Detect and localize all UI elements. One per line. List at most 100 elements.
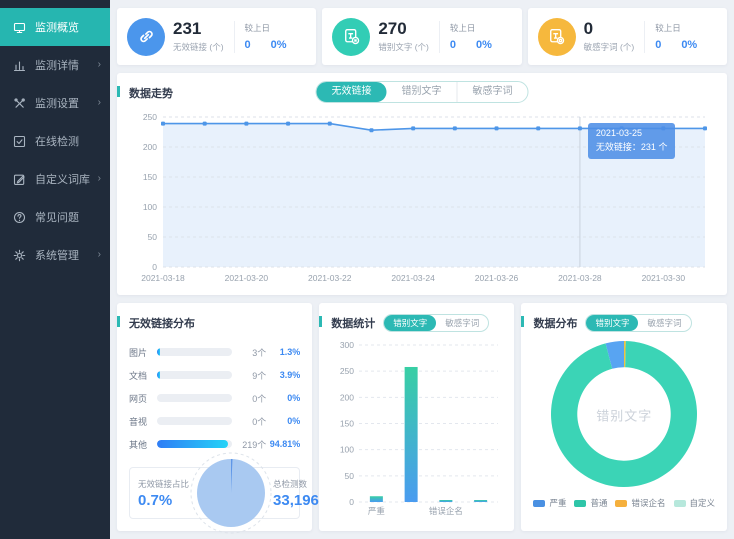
invalid-ratio-label: 无效链接占比	[138, 478, 189, 490]
svg-text:100: 100	[143, 202, 157, 212]
distribution-row: 图片3个1.3%	[129, 345, 300, 359]
stat-value: 231	[173, 20, 224, 39]
svg-text:200: 200	[143, 142, 157, 152]
bottom-panel-row: 无效链接分布 图片3个1.3% 文档 9个3.9% 网页0个0% 音视0个0% 其他219…	[117, 303, 727, 531]
trend-line-chart[interactable]: 0501001502002502021-03-182021-03-202021-…	[129, 109, 715, 285]
sidebar-item-label: 常见问题	[35, 209, 79, 225]
stat-value: 0	[584, 20, 635, 39]
sidebar-item-label: 监测设置	[35, 95, 79, 111]
monitor-icon	[13, 21, 26, 34]
severity-bar-chart[interactable]: 050100150200250300严重错误企名	[331, 337, 502, 517]
distribution-row: 音视0个0%	[129, 414, 300, 428]
legend-label: 自定义	[690, 497, 716, 509]
distribution-row-label: 网页	[129, 392, 151, 405]
invalid-ratio-block: 无效链接占比 0.7%	[138, 478, 189, 509]
distribution-row-percent: 94.81%	[266, 439, 300, 449]
stat-value: 270	[378, 20, 429, 39]
data-distribution-tab-group: 错别文字敏感字词	[585, 314, 691, 332]
tab-trend-invalid-links[interactable]: 无效链接	[317, 82, 387, 102]
legend-item-自定义[interactable]: 自定义	[674, 497, 716, 509]
chevron-right-icon: ›	[98, 250, 101, 260]
tab-dist-typos[interactable]: 错别文字	[586, 315, 638, 331]
legend-item-错误企名[interactable]: 错误企名	[615, 497, 665, 509]
text-doc-icon	[332, 18, 370, 56]
sidebar-item-label: 系统管理	[35, 247, 79, 263]
invalid-ratio-value: 0.7%	[138, 492, 189, 509]
sidebar-item-detail[interactable]: 监测详情›	[0, 46, 110, 84]
compare-percent: 0%	[271, 39, 287, 51]
tab-stats-sensitive-words[interactable]: 敏感字词	[436, 315, 488, 331]
data-distribution-title: 数据分布	[533, 315, 577, 331]
legend-item-严重[interactable]: 严重	[533, 497, 566, 509]
invalid-ratio-pie-chart[interactable]	[189, 451, 273, 535]
distribution-row: 文档 9个3.9%	[129, 368, 300, 382]
sidebar-item-online-check[interactable]: 在线检测	[0, 122, 110, 160]
legend-item-普通[interactable]: 普通	[574, 497, 607, 509]
question-icon	[13, 211, 26, 224]
data-stats-panel: 数据统计 错别文字敏感字词 050100150200250300严重错误企名	[319, 303, 514, 531]
data-distribution-panel: 数据分布 错别文字敏感字词 错别文字 严重普通错误企名自定义	[521, 303, 727, 531]
distribution-row-percent: 3.9%	[266, 370, 300, 380]
tab-trend-typos[interactable]: 错别文字	[387, 82, 457, 102]
sidebar-item-custom-dict[interactable]: 自定义词库›	[0, 160, 110, 198]
distribution-row-count: 9个	[238, 369, 266, 382]
chevron-right-icon: ›	[98, 60, 101, 70]
progress-track	[157, 348, 232, 356]
stat-label: 错别文字 (个)	[378, 41, 429, 53]
stat-card-row: 231无效链接 (个) 较上日 00% 270 错别文字 (个) 较上日 00% 0 敏感字词 …	[117, 8, 727, 65]
tab-trend-sensitive-words[interactable]: 敏感字词	[457, 82, 528, 102]
edit-icon	[13, 173, 26, 186]
app-root: 监测概览监测详情›监测设置›在线检测自定义词库›常见问题系统管理› 231无效链…	[0, 0, 734, 539]
compare-label: 较上日	[450, 22, 492, 34]
distribution-row: 网页0个0%	[129, 391, 300, 405]
distribution-row-label: 其他	[129, 438, 151, 451]
compare-label: 较上日	[245, 22, 287, 34]
trend-tab-group: 无效链接错别文字敏感字词	[316, 81, 529, 103]
svg-text:2021-03-22: 2021-03-22	[308, 273, 352, 283]
svg-text:300: 300	[340, 340, 354, 350]
gear-icon	[13, 249, 26, 262]
distribution-row-label: 音视	[129, 415, 151, 428]
data-stats-header: 数据统计 错别文字敏感字词	[331, 313, 502, 333]
sidebar: 监测概览监测详情› 监测设置 › 在线检测自定义词库› 常见问题系统管理 ›	[0, 0, 110, 539]
tab-stats-typos[interactable]: 错别文字	[384, 315, 436, 331]
sidebar-item-label: 在线检测	[35, 133, 79, 149]
sidebar-item-faq[interactable]: 常见问题	[0, 198, 110, 236]
svg-text:2021-03-28: 2021-03-28	[558, 273, 602, 283]
stat-main: 231无效链接 (个)	[173, 20, 224, 53]
svg-text:2021-03-26: 2021-03-26	[475, 273, 519, 283]
stat-label: 敏感字词 (个)	[584, 41, 635, 53]
sidebar-item-system[interactable]: 系统管理 ›	[0, 236, 110, 274]
sidebar-item-settings[interactable]: 监测设置 ›	[0, 84, 110, 122]
severity-donut-chart[interactable]: 错别文字	[533, 339, 715, 491]
compare-values: 00%	[450, 39, 492, 51]
progress-track	[157, 394, 232, 402]
stat-card-sensitive-words: 0敏感字词 (个)较上日00%	[528, 8, 727, 65]
divider	[439, 21, 440, 53]
progress-track	[157, 440, 232, 448]
distribution-row-percent: 0%	[266, 393, 300, 403]
compare-values: 00%	[245, 39, 287, 51]
svg-text:错误企名: 错误企名	[429, 506, 463, 516]
sidebar-item-overview[interactable]: 监测概览	[0, 8, 110, 46]
divider	[644, 21, 645, 53]
compare-percent: 0%	[681, 39, 697, 51]
chevron-right-icon: ›	[98, 98, 101, 108]
svg-text:100: 100	[340, 445, 354, 455]
progress-fill	[157, 371, 160, 379]
link-distribution-header: 无效链接分布	[129, 313, 300, 333]
compare-percent: 0%	[476, 39, 492, 51]
total-checked-value: 33,196	[273, 492, 319, 509]
svg-text:2021-03-24: 2021-03-24	[391, 273, 435, 283]
legend-label: 普通	[590, 497, 607, 509]
distribution-row-label: 文档	[129, 369, 151, 382]
svg-text:50: 50	[345, 471, 355, 481]
svg-text:严重: 严重	[368, 506, 386, 516]
tab-dist-sensitive-words[interactable]: 敏感字词	[638, 315, 690, 331]
compare-label: 较上日	[655, 22, 697, 34]
sensitive-doc-icon	[538, 18, 576, 56]
distribution-row: 其他219个94.81%	[129, 437, 300, 451]
stat-compare: 较上日 00%	[450, 22, 492, 51]
stat-card-invalid-links: 231无效链接 (个) 较上日 00%	[117, 8, 316, 65]
data-distribution-header: 数据分布 错别文字敏感字词	[533, 313, 715, 333]
